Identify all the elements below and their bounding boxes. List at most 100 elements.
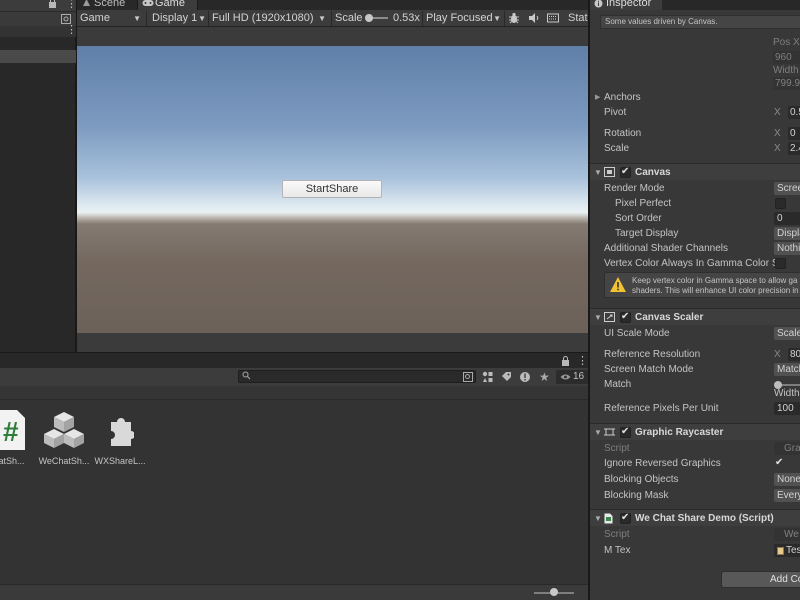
sort-order-field[interactable]: 0	[774, 212, 800, 225]
warning-icon	[609, 276, 627, 293]
render-mode-dropdown[interactable]: Scree	[774, 182, 800, 195]
graphic-raycaster-component-header[interactable]: ▼ Graphic Raycaster	[590, 423, 800, 440]
rotation-axis-label: X	[774, 128, 781, 139]
graphic-raycaster-enabled-checkbox[interactable]	[620, 425, 631, 439]
wechat-demo-enabled-checkbox[interactable]	[620, 511, 631, 525]
hierarchy-row-selected[interactable]	[0, 50, 76, 63]
scale-x-field[interactable]: 2.4	[788, 142, 800, 155]
project-assets-grid: # hatSh... WeChatSh... WXShareL...	[0, 400, 588, 584]
chevron-down-icon: ▼	[594, 514, 602, 523]
additional-channels-row: Additional Shader Channels Nothi	[590, 241, 800, 256]
canvas-scaler-component-header[interactable]: ▼ Canvas Scaler	[590, 308, 800, 325]
canvas-scaler-enabled-checkbox[interactable]	[620, 310, 631, 324]
start-share-button[interactable]: StartShare	[282, 180, 382, 198]
resolution-dropdown-label: Full HD (1920x1080)	[212, 12, 314, 24]
kebab-menu-icon[interactable]: ⋮	[577, 354, 588, 367]
driven-values-note: Some values driven by Canvas.	[600, 15, 800, 29]
pixel-perfect-row: Pixel Perfect	[590, 196, 800, 211]
stats-button[interactable]: Stat	[565, 11, 588, 26]
canvas-icon	[604, 167, 615, 177]
chevron-down-icon: ▼	[318, 14, 326, 23]
scale-label: Scale	[604, 143, 630, 154]
lock-icon[interactable]	[561, 356, 570, 366]
graphic-raycaster-title: Graphic Raycaster	[635, 427, 724, 438]
blocking-objects-dropdown[interactable]: None	[774, 473, 800, 486]
tag-icon[interactable]	[501, 371, 512, 382]
vertex-color-help-box: Keep vertex color in Gamma space to allo…	[604, 272, 800, 298]
target-display-row: Target Display Displa	[590, 226, 800, 241]
blocking-mask-label: Blocking Mask	[604, 490, 669, 501]
anchors-foldout[interactable]: ▶ Anchors	[590, 90, 800, 105]
display-dropdown-label: Display 1	[152, 12, 198, 24]
zoom-slider-handle[interactable]	[550, 588, 558, 596]
hierarchy-row[interactable]: ⋮	[0, 23, 77, 37]
asset-label: WeChatSh...	[38, 456, 90, 466]
keyboard-icon[interactable]	[547, 13, 559, 23]
game-viewport[interactable]: StartShare	[77, 46, 588, 333]
chevron-down-icon: ▼	[493, 14, 501, 23]
tab-inspector[interactable]: Inspector	[590, 0, 662, 10]
wechat-demo-title: We Chat Share Demo (Script)	[635, 513, 774, 524]
wechat-share-demo-component-header[interactable]: ▼ We Chat Share Demo (Script)	[590, 509, 800, 526]
lock-icon[interactable]	[48, 0, 57, 8]
project-search-input[interactable]	[238, 370, 476, 383]
reference-ppu-field[interactable]: 100	[774, 402, 800, 415]
vertex-color-checkbox[interactable]	[775, 258, 786, 269]
tab-scene[interactable]: Scene	[77, 0, 138, 10]
add-component-button[interactable]: Add Co	[721, 571, 800, 588]
scale-row: Scale X 2.4	[590, 141, 800, 156]
additional-channels-dropdown[interactable]: Nothi	[774, 242, 800, 255]
pivot-row: Pivot X 0.5	[590, 105, 800, 120]
gamepad-icon	[142, 0, 154, 7]
pos-x-label: Pos X	[773, 37, 800, 48]
bug-icon[interactable]	[508, 12, 520, 24]
rotation-x-field[interactable]: 0	[788, 127, 800, 140]
asset-item[interactable]: WXShareL...	[90, 410, 150, 466]
pos-x-value: 960	[773, 51, 800, 64]
asset-item[interactable]: WeChatSh...	[34, 410, 94, 466]
kebab-menu-icon[interactable]: ⋮	[66, 23, 77, 36]
rotation-label: Rotation	[604, 128, 642, 139]
hidden-packages-toggle[interactable]: 16	[556, 370, 588, 384]
view-dropdown[interactable]: Game ▼	[77, 11, 144, 26]
wechat-script-label: Script	[604, 529, 630, 540]
scale-slider-handle[interactable]	[365, 14, 373, 22]
search-scope-icon[interactable]	[463, 372, 473, 382]
filter-by-type-icon[interactable]	[482, 371, 494, 383]
screen-match-mode-label: Screen Match Mode	[604, 364, 694, 375]
help-text: Keep vertex color in Gamma space to allo…	[632, 276, 799, 296]
kebab-menu-icon[interactable]: ⋮	[66, 0, 77, 10]
canvas-scaler-title: Canvas Scaler	[635, 312, 704, 323]
ignore-reversed-checkbox[interactable]	[775, 455, 786, 470]
pivot-x-field[interactable]: 0.5	[788, 106, 800, 119]
project-footer	[0, 584, 588, 600]
target-display-dropdown[interactable]: Displa	[774, 227, 800, 240]
driven-values-text: Some values driven by Canvas.	[605, 17, 718, 26]
project-tabbar: ⋮	[0, 352, 588, 368]
canvas-component-header[interactable]: ▼ Canvas	[590, 163, 800, 180]
scene-game-tabbar: Scene Game	[77, 0, 588, 10]
blocking-mask-dropdown[interactable]: Every	[774, 489, 800, 502]
ui-scale-mode-dropdown[interactable]: Scale	[774, 327, 800, 340]
play-mode-dropdown[interactable]: Play Focused ▼	[423, 11, 504, 26]
reference-resolution-x-field[interactable]: 80	[788, 348, 800, 361]
display-dropdown[interactable]: Display 1 ▼	[149, 11, 209, 26]
sort-order-row: Sort Order 0	[590, 211, 800, 226]
resolution-dropdown[interactable]: Full HD (1920x1080) ▼	[209, 11, 329, 26]
width-label: Width	[773, 65, 799, 76]
pixel-perfect-checkbox[interactable]	[775, 198, 786, 209]
game-toolbar: Game ▼ Display 1 ▼ Full HD (1920x1080) ▼…	[77, 10, 588, 27]
reference-ppu-label: Reference Pixels Per Unit	[604, 403, 719, 414]
eye-icon	[560, 373, 571, 381]
pivot-label: Pivot	[604, 107, 627, 118]
warning-filter-icon[interactable]	[519, 371, 531, 383]
canvas-enabled-checkbox[interactable]	[620, 165, 631, 179]
favorite-star-icon[interactable]: ★	[539, 370, 550, 384]
ignore-reversed-label: Ignore Reversed Graphics	[604, 458, 721, 469]
speaker-icon[interactable]	[528, 12, 540, 24]
screen-match-mode-dropdown[interactable]: Match	[774, 363, 800, 376]
wechat-script-row: Script We	[590, 527, 800, 542]
tab-game[interactable]: Game	[138, 0, 198, 10]
raycaster-script-label: Script	[604, 443, 630, 454]
reference-ppu-row: Reference Pixels Per Unit 100	[590, 401, 800, 416]
